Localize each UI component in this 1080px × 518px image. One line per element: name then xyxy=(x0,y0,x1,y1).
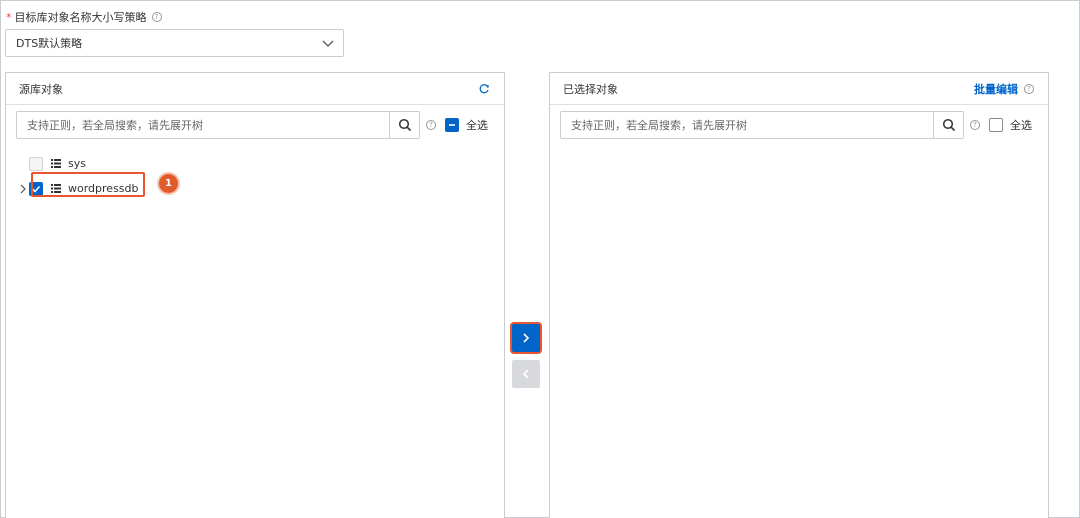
chevron-left-icon xyxy=(522,369,529,379)
selected-search-input[interactable] xyxy=(561,112,933,138)
search-icon xyxy=(942,118,955,132)
question-circle-icon[interactable]: ? xyxy=(151,12,162,22)
source-select-all-checkbox[interactable] xyxy=(445,118,459,132)
question-circle-icon[interactable]: ? xyxy=(1024,83,1034,94)
batch-edit-group: 批量编辑 ? xyxy=(974,81,1034,97)
selected-objects-panel: 已选择对象 批量编辑 ? ? 全选 xyxy=(549,72,1049,518)
selected-panel-title: 已选择对象 xyxy=(563,82,618,96)
source-select-all-group: ? 全选 xyxy=(426,117,488,133)
selected-select-all-group: ? 全选 xyxy=(970,117,1032,133)
minus-icon xyxy=(449,124,455,126)
strategy-label: 目标库对象名称大小写策略 xyxy=(14,11,147,24)
move-left-button[interactable] xyxy=(512,360,540,388)
move-right-button[interactable] xyxy=(512,324,540,352)
source-panel-title: 源库对象 xyxy=(19,82,63,96)
selected-select-all-checkbox[interactable] xyxy=(989,118,1003,132)
source-panel-header: 源库对象 xyxy=(6,73,504,105)
question-circle-icon[interactable]: ? xyxy=(426,120,436,130)
source-search-box xyxy=(16,111,420,139)
source-select-all-label: 全选 xyxy=(466,119,488,132)
selected-search-button[interactable] xyxy=(933,112,963,138)
strategy-select[interactable]: DTS默认策略 xyxy=(5,29,344,57)
source-search-button[interactable] xyxy=(389,112,419,138)
selected-search-box xyxy=(560,111,964,139)
chevron-right-icon xyxy=(523,333,530,343)
refresh-icon[interactable] xyxy=(478,83,490,95)
selected-panel-header: 已选择对象 批量编辑 ? xyxy=(550,73,1048,105)
search-icon xyxy=(398,118,411,132)
source-search-row: ? 全选 xyxy=(16,111,488,139)
selected-select-all-label: 全选 xyxy=(1010,119,1032,132)
chevron-down-icon xyxy=(322,40,334,47)
step1-highlight xyxy=(31,172,145,197)
required-mark: * xyxy=(6,10,12,24)
tree-item-label: sys xyxy=(68,157,86,170)
source-objects-panel: 源库对象 ? 全选 xyxy=(5,72,505,518)
database-list-icon xyxy=(51,159,61,168)
step1-badge: 1 xyxy=(159,174,178,193)
question-circle-icon[interactable]: ? xyxy=(970,120,980,130)
tree-item-checkbox[interactable] xyxy=(29,156,43,171)
strategy-field-label: * 目标库对象名称大小写策略 ? xyxy=(6,9,162,25)
strategy-selected-value: DTS默认策略 xyxy=(16,37,83,50)
chevron-right-icon[interactable] xyxy=(18,184,28,194)
source-search-input[interactable] xyxy=(17,112,389,138)
selected-search-row: ? 全选 xyxy=(560,111,1032,139)
batch-edit-link[interactable]: 批量编辑 xyxy=(974,81,1018,97)
